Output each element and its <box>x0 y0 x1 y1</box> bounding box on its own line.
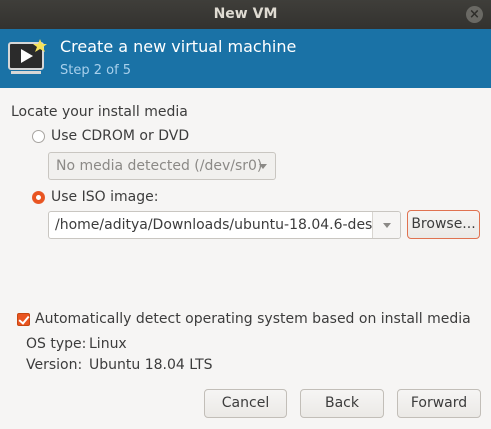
auto-detect-label: Automatically detect operating system ba… <box>35 311 471 327</box>
chevron-down-icon <box>259 164 267 169</box>
iso-radio-label: Use ISO image: <box>51 189 159 205</box>
auto-detect-checkbox[interactable] <box>17 313 30 326</box>
iso-path-combo[interactable]: /home/aditya/Downloads/ubuntu-18.04.6-de… <box>48 211 401 239</box>
os-type-label: OS type: <box>26 336 87 352</box>
os-type-row: OS type: Linux <box>26 336 127 352</box>
cdrom-device-value: No media detected (/dev/sr0) <box>56 158 263 174</box>
iso-radio-option[interactable]: Use ISO image: <box>32 189 158 205</box>
page-title: Create a new virtual machine <box>60 37 297 56</box>
chevron-down-icon <box>383 223 391 228</box>
iso-path-input[interactable]: /home/aditya/Downloads/ubuntu-18.04.6-de… <box>55 217 380 233</box>
window-title: New VM <box>213 6 278 22</box>
version-value: Ubuntu 18.04 LTS <box>89 357 213 373</box>
iso-radio[interactable] <box>32 190 45 204</box>
cdrom-device-select: No media detected (/dev/sr0) <box>48 152 276 180</box>
cancel-button[interactable]: Cancel <box>204 389 287 418</box>
back-button[interactable]: Back <box>300 389 384 418</box>
step-indicator: Step 2 of 5 <box>60 63 132 78</box>
cdrom-radio-label: Use CDROM or DVD <box>51 128 190 144</box>
version-label: Version: <box>26 357 83 373</box>
forward-button[interactable]: Forward <box>397 389 481 418</box>
os-type-value: Linux <box>89 336 127 352</box>
cdrom-radio-option[interactable]: Use CDROM or DVD <box>32 128 189 144</box>
window-titlebar: New VM × <box>0 0 491 29</box>
vm-screen-icon <box>8 39 47 74</box>
iso-history-dropdown[interactable] <box>372 212 400 238</box>
wizard-header: Create a new virtual machine Step 2 of 5 <box>0 29 491 88</box>
cdrom-radio[interactable] <box>32 129 45 143</box>
browse-button[interactable]: Browse... <box>407 210 480 239</box>
version-row: Version: Ubuntu 18.04 LTS <box>26 357 213 373</box>
install-media-label: Locate your install media <box>11 104 188 120</box>
close-icon[interactable]: × <box>466 6 483 23</box>
